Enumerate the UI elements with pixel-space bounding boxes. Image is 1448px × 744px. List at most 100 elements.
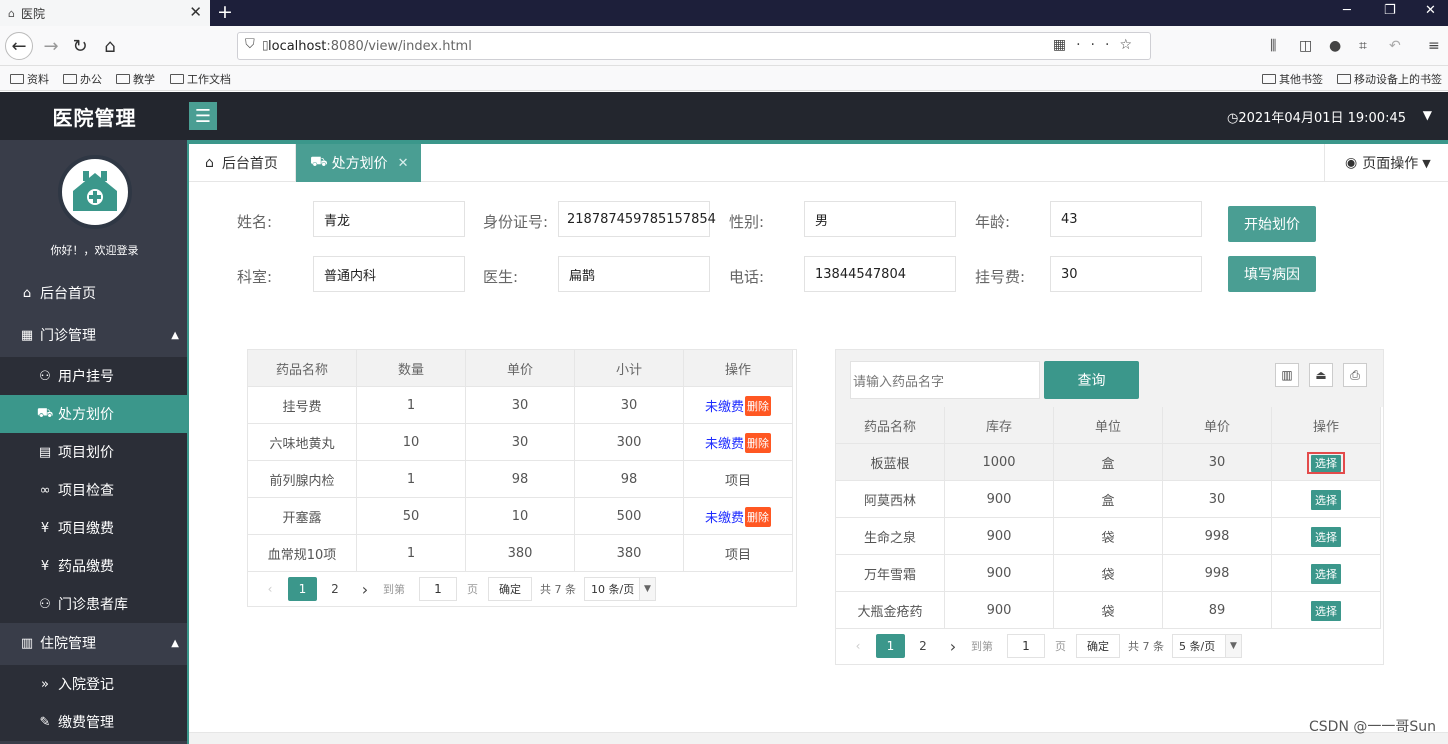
select-button[interactable]: 选择	[1311, 600, 1341, 621]
folder-icon	[1262, 74, 1276, 84]
bookmark-folder[interactable]: 工作文档	[170, 71, 231, 87]
name-field[interactable]: 青龙	[313, 201, 465, 237]
bookmark-folder[interactable]: 移动设备上的书签	[1337, 71, 1442, 87]
next-page-icon[interactable]: ›	[941, 634, 965, 658]
bookmark-folder[interactable]: 其他书签	[1262, 71, 1323, 87]
screenshot-icon[interactable]: ⌗	[1359, 38, 1367, 54]
sidebar-item-registration[interactable]: ⚇ 用户挂号	[0, 357, 189, 395]
sidebar-item-admission[interactable]: » 入院登记	[0, 665, 189, 703]
browser-tab[interactable]: ⌂ 医院 ✕	[0, 0, 210, 26]
sidebar-item-home[interactable]: ⌂ 后台首页	[0, 274, 189, 312]
page-1-button[interactable]: 1	[288, 577, 317, 601]
edit-icon: ✎	[39, 714, 51, 730]
menu-toggle-icon[interactable]: ☰	[189, 102, 217, 130]
sidebar-item-project-payment[interactable]: ¥ 项目缴费	[0, 509, 189, 547]
gender-field[interactable]: 男	[804, 201, 956, 237]
new-tab-icon[interactable]: +	[217, 1, 233, 23]
sidebar-item-patient-library[interactable]: ⚇ 门诊患者库	[0, 585, 189, 623]
forward-icon[interactable]: →	[37, 32, 65, 60]
export-icon[interactable]: ⏏	[1309, 363, 1333, 387]
sidebar-item-label: 项目缴费	[58, 521, 114, 537]
department-field[interactable]: 普通内科	[313, 256, 465, 292]
close-tab-icon[interactable]: ✕	[398, 156, 409, 171]
select-button[interactable]: 选择	[1311, 526, 1341, 547]
delete-button[interactable]: 删除	[745, 506, 771, 527]
restore-icon[interactable]: ❐	[1384, 3, 1396, 18]
chevron-down-icon: ▼	[1225, 635, 1241, 657]
bookmark-folder[interactable]: 资料	[10, 71, 49, 87]
folder-icon	[170, 74, 184, 84]
delete-button[interactable]: 删除	[745, 432, 771, 453]
sidebar-group-inpatient[interactable]: ▥ 住院管理 ▲	[0, 624, 189, 662]
delete-button[interactable]: 删除	[745, 395, 771, 416]
stock-cell: 1000	[945, 444, 1054, 481]
home-icon[interactable]: ⌂	[96, 32, 124, 60]
sidebar-icon[interactable]: ◫	[1299, 38, 1312, 54]
reload-icon[interactable]: ↻	[66, 32, 94, 60]
drug-name-cell: 开塞露	[248, 498, 357, 535]
column-header: 药品名称	[248, 350, 357, 387]
account-icon[interactable]: ●	[1329, 38, 1341, 54]
confirm-page-button[interactable]: 确定	[488, 577, 532, 601]
page-1-button[interactable]: 1	[876, 634, 905, 658]
page-2-button[interactable]: 2	[911, 634, 935, 658]
drug-search-input[interactable]: 请输入药品名字	[850, 361, 1040, 399]
page-size-select[interactable]: 10 条/页 ▼	[584, 577, 656, 601]
close-tab-icon[interactable]: ✕	[189, 3, 202, 21]
footer-bar	[189, 732, 1448, 744]
page-number-input[interactable]: 1	[1007, 634, 1045, 658]
drug-name-cell: 板蓝根	[836, 444, 945, 481]
bookmark-star-icon[interactable]: ☆	[1119, 37, 1142, 53]
hamburger-icon[interactable]: ≡	[1428, 38, 1440, 54]
sidebar-group-outpatient[interactable]: ▦ 门诊管理 ▲	[0, 316, 189, 354]
unpaid-status: 未缴费	[704, 437, 744, 452]
select-button[interactable]: 选择	[1311, 454, 1341, 472]
sidebar-item-drug-payment[interactable]: ¥ 药品缴费	[0, 547, 189, 585]
page-2-button[interactable]: 2	[323, 577, 347, 601]
print-icon[interactable]: ⎙	[1343, 363, 1367, 387]
qr-code-icon[interactable]: ▦	[1053, 37, 1076, 53]
doctor-label: 医生:	[483, 268, 519, 286]
bookmark-folder[interactable]: 教学	[116, 71, 155, 87]
tab-home[interactable]: ⌂ 后台首页	[189, 144, 296, 182]
columns-filter-icon[interactable]: ▥	[1275, 363, 1299, 387]
back-icon[interactable]: ←	[5, 32, 33, 60]
sidebar-item-project-check[interactable]: ∞ 项目检查	[0, 471, 189, 509]
prev-page-icon[interactable]: ‹	[846, 634, 870, 658]
stock-cell: 900	[945, 592, 1054, 629]
clock-icon: ◷	[1226, 111, 1239, 126]
more-icon[interactable]: ···	[1076, 37, 1119, 53]
tab-prescription-pricing[interactable]: ⛟ 处方划价 ✕	[296, 144, 421, 182]
url-bar[interactable]: ⛉ ▯ localhost:8080/view/index.html ▦···☆	[237, 32, 1151, 60]
page-operations-menu[interactable]: ◉ 页面操作 ▼	[1324, 144, 1448, 182]
id-number-field[interactable]: 218787459785157854	[558, 201, 716, 237]
user-menu-caret-icon[interactable]: ▼	[1423, 108, 1432, 122]
next-page-icon[interactable]: ›	[353, 577, 377, 601]
select-button[interactable]: 选择	[1311, 563, 1341, 584]
page-size-select[interactable]: 5 条/页 ▼	[1172, 634, 1242, 658]
fill-diagnosis-button[interactable]: 填写病因	[1228, 256, 1316, 292]
library-icon[interactable]: ⫼	[1270, 38, 1276, 54]
sidebar-item-project-pricing[interactable]: ▤ 项目划价	[0, 433, 189, 471]
undo-icon[interactable]: ↶	[1389, 38, 1401, 54]
sidebar-item-fee-management[interactable]: ✎ 缴费管理	[0, 703, 189, 741]
bookmark-folder[interactable]: 办公	[63, 71, 102, 87]
start-pricing-button[interactable]: 开始划价	[1228, 206, 1316, 242]
page-unit-label: 页	[1055, 640, 1066, 653]
unit-cell: 袋	[1054, 592, 1163, 629]
age-field[interactable]: 43	[1050, 201, 1202, 237]
minimize-icon[interactable]: ─	[1343, 3, 1351, 18]
prev-page-icon[interactable]: ‹	[258, 577, 282, 601]
page-number-input[interactable]: 1	[419, 577, 457, 601]
confirm-page-button[interactable]: 确定	[1076, 634, 1120, 658]
registration-fee-field[interactable]: 30	[1050, 256, 1202, 292]
table-row: 血常规10项 1 380 380 项目	[248, 535, 793, 572]
select-button[interactable]: 选择	[1311, 489, 1341, 510]
query-button[interactable]: 查询	[1044, 361, 1139, 399]
greeting-text: 你好！，欢迎登录	[50, 244, 139, 257]
doctor-field[interactable]: 扁鹊	[558, 256, 710, 292]
table-row: 前列腺内检 1 98 98 项目	[248, 461, 793, 498]
phone-field[interactable]: 13844547804	[804, 256, 956, 292]
window-close-icon[interactable]: ✕	[1425, 3, 1436, 18]
sidebar-item-prescription-pricing[interactable]: ⛟ 处方划价	[0, 395, 189, 433]
